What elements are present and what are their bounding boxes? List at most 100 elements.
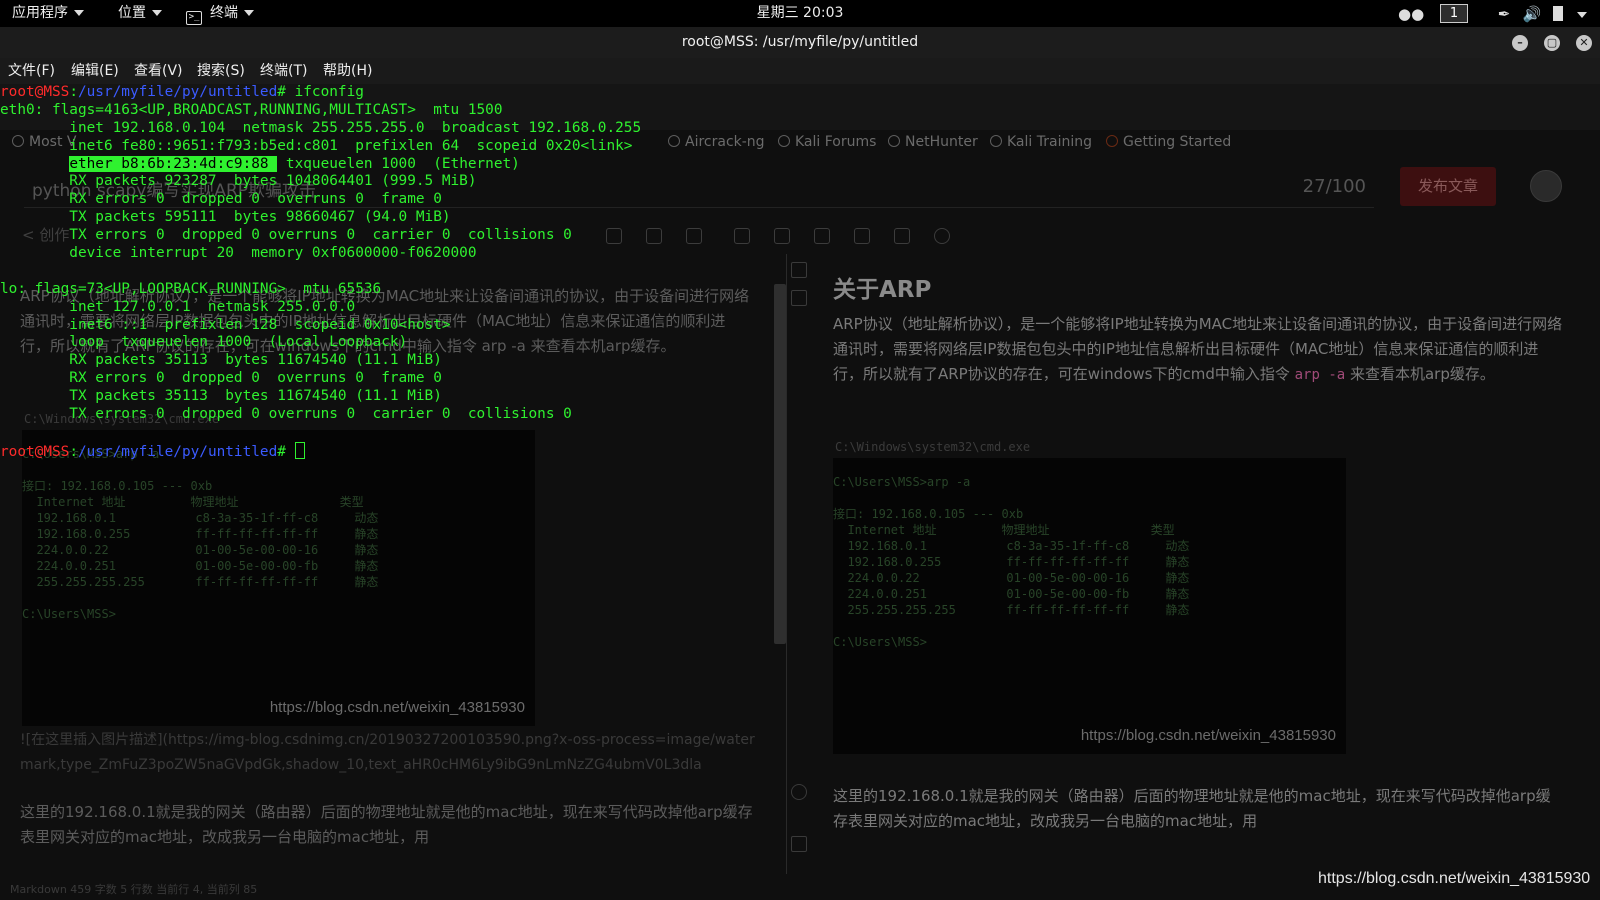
save-icon bbox=[814, 228, 830, 244]
volume-icon[interactable]: 🔊 bbox=[1522, 3, 1542, 25]
cmd-line: 192.168.0.255 ff-ff-ff-ff-ff-ff 静态 bbox=[22, 527, 379, 541]
window-titlebar[interactable]: root@MSS: /usr/myfile/py/untitled – ▢ ✕ bbox=[0, 27, 1600, 58]
history-icon bbox=[894, 228, 910, 244]
cmd-line: C:\Users\MSS> bbox=[833, 635, 927, 649]
output-line: RX packets 35113 bytes 11674540 (11.1 Mi… bbox=[0, 352, 442, 369]
selected-mac-address[interactable]: ether b8:6b:23:4d:c9:88 bbox=[69, 155, 278, 172]
cmd-line: Internet 地址 物理地址 类型 bbox=[22, 495, 364, 509]
inline-code: arp -a bbox=[1294, 367, 1346, 383]
places-menu[interactable]: 位置 bbox=[118, 0, 162, 27]
cmd-screenshot-left: C:\Users\MSS>arp -a 接口: 192.168.0.105 ---… bbox=[22, 430, 535, 726]
image-markdown-link: ![在这里插入图片描述](https://img-blog.csdnimg.cn… bbox=[20, 732, 755, 773]
cmd-screenshot-right: C:\Users\MSS>arp -a 接口: 192.168.0.105 ---… bbox=[833, 458, 1346, 754]
battery-icon[interactable] bbox=[1550, 3, 1566, 25]
output-line: inet6 fe80::9651:f793:b5ed:c801 prefixle… bbox=[0, 137, 633, 154]
output-line: loop txqueuelen 1000 (Local Loopback) bbox=[0, 334, 408, 351]
cmd-line: 192.168.0.1 c8-3a-35-1f-ff-c8 动态 bbox=[22, 511, 379, 525]
cmd-line: 255.255.255.255 ff-ff-ff-ff-ff-ff 静态 bbox=[833, 603, 1190, 617]
sync-scroll-icon bbox=[791, 262, 807, 278]
terminal-app-menu[interactable]: >_ 终端 bbox=[186, 0, 254, 27]
clock[interactable]: 星期三 20:03 bbox=[757, 5, 844, 21]
applications-label: 应用程序 bbox=[12, 5, 68, 21]
terminal-app-label: 终端 bbox=[210, 5, 238, 21]
output-line: TX errors 0 dropped 0 overruns 0 carrier… bbox=[0, 406, 572, 423]
output-line: TX packets 595111 bytes 98660467 (94.0 M… bbox=[0, 209, 451, 226]
cmd-line: 224.0.0.22 01-00-5e-00-00-16 静态 bbox=[833, 571, 1190, 585]
cmd-line: 224.0.0.251 01-00-5e-00-00-fb 静态 bbox=[22, 559, 379, 573]
places-label: 位置 bbox=[118, 5, 146, 21]
minimize-button[interactable]: – bbox=[1512, 35, 1528, 51]
cmd-line: Internet 地址 物理地址 类型 bbox=[833, 523, 1175, 537]
publish-button: 发布文章 bbox=[1400, 167, 1496, 206]
menu-terminal[interactable]: 终端(T) bbox=[260, 58, 307, 84]
output-line: device interrupt 20 memory 0xf0600000-f0… bbox=[0, 245, 494, 262]
top-panel: 应用程序 位置 >_ 终端 星期三 20:03 ●● 1 ✒ 🔊 bbox=[0, 0, 1600, 27]
prompt-path: /usr/myfile/py/untitled bbox=[77, 84, 278, 100]
prompt-line: root@MSS:/usr/myfile/py/untitled# ifconf… bbox=[0, 84, 364, 100]
preview-paragraph-2: 这里的192.168.0.1就是我的网关（路由器）后面的物理地址就是他的mac地… bbox=[833, 787, 1551, 830]
cmd-line: 255.255.255.255 ff-ff-ff-ff-ff-ff 静态 bbox=[22, 575, 379, 589]
menu-file[interactable]: 文件(F) bbox=[8, 58, 55, 84]
output-line: eth0: flags=4163<UP,BROADCAST,RUNNING,MU… bbox=[0, 101, 503, 118]
chevron-down-icon bbox=[244, 10, 254, 16]
applications-menu[interactable]: 应用程序 bbox=[12, 0, 84, 27]
terminal-icon: >_ bbox=[186, 11, 202, 25]
ether-line: ether b8:6b:23:4d:c9:88 txqueuelen 1000 … bbox=[0, 155, 780, 174]
prompt-line: root@MSS:/usr/myfile/py/untitled# bbox=[0, 441, 780, 460]
terminal-output[interactable]: root@MSS:/usr/myfile/py/untitled# ifconf… bbox=[0, 84, 780, 464]
cmd-window-title-right: C:\Windows\system32\cmd.exe bbox=[835, 440, 1031, 454]
preview-heading: 关于ARP bbox=[833, 277, 932, 303]
editor-status-bar: Markdown 459 字数 5 行数 当前行 4, 当前列 85 bbox=[10, 883, 258, 896]
bookmark-kali-training: Kali Training bbox=[990, 134, 1092, 154]
system-menu-chevron-icon[interactable] bbox=[1574, 3, 1590, 25]
title-counter: 27/100 bbox=[1302, 176, 1366, 197]
avatar bbox=[1530, 170, 1562, 202]
globe-icon bbox=[888, 135, 900, 147]
cmd-line: 224.0.0.251 01-00-5e-00-00-fb 静态 bbox=[833, 587, 1190, 601]
bookmark-nethunter: NetHunter bbox=[888, 134, 978, 154]
bookmark-getting-started: Getting Started bbox=[1106, 134, 1231, 154]
cmd-line: 接口: 192.168.0.105 --- 0xb bbox=[833, 507, 1024, 521]
output-line: inet 192.168.0.104 netmask 255.255.255.0… bbox=[0, 119, 642, 136]
preview-paragraph: ARP协议（地址解析协议），是一个能够将IP地址转换为MAC地址来让设备间通讯的… bbox=[833, 315, 1563, 383]
maximize-button[interactable]: ▢ bbox=[1544, 35, 1560, 51]
locate-icon bbox=[791, 784, 807, 800]
output-line: RX packets 923287 bytes 1048064401 (999.… bbox=[0, 173, 477, 190]
terminal-menubar: 文件(F) 编辑(E) 查看(V) 搜索(S) 终端(T) 帮助(H) bbox=[0, 58, 1600, 84]
editor-divider bbox=[786, 254, 787, 874]
image-watermark: https://blog.csdn.net/weixin_43815930 bbox=[269, 699, 525, 716]
pen-icon[interactable]: ✒ bbox=[1494, 3, 1514, 25]
fullscreen-icon bbox=[791, 836, 807, 852]
editor-paragraph-2: 这里的192.168.0.1就是我的网关（路由器）后面的物理地址就是他的mac地… bbox=[20, 803, 753, 846]
prompt-user: root@MSS bbox=[0, 443, 70, 460]
output-line: inet 127.0.0.1 netmask 255.0.0.0 bbox=[0, 298, 356, 315]
output-line: TX packets 35113 bytes 11674540 (11.1 Mi… bbox=[0, 388, 442, 405]
cmd-line: 192.168.0.255 ff-ff-ff-ff-ff-ff 静态 bbox=[833, 555, 1190, 569]
text-cursor bbox=[294, 441, 305, 459]
cmd-line: 224.0.0.22 01-00-5e-00-00-16 静态 bbox=[22, 543, 379, 557]
prompt-user: root@MSS bbox=[0, 84, 70, 100]
output-line: RX errors 0 dropped 0 overruns 0 frame 0 bbox=[0, 370, 442, 387]
menu-search[interactable]: 搜索(S) bbox=[197, 58, 245, 84]
command-text: ifconfig bbox=[285, 84, 364, 100]
menu-help[interactable]: 帮助(H) bbox=[323, 58, 372, 84]
page-watermark: https://blog.csdn.net/weixin_43815930 bbox=[1318, 870, 1591, 887]
menu-view[interactable]: 查看(V) bbox=[134, 58, 183, 84]
globe-icon bbox=[990, 135, 1002, 147]
workspace-indicator[interactable]: 1 bbox=[1440, 4, 1468, 23]
bookmark-kali-forums: Kali Forums bbox=[778, 134, 876, 154]
window-title: root@MSS: /usr/myfile/py/untitled bbox=[681, 34, 919, 50]
chevron-down-icon bbox=[152, 10, 162, 16]
menu-edit[interactable]: 编辑(E) bbox=[71, 58, 119, 84]
prompt-path: /usr/myfile/py/untitled bbox=[77, 443, 278, 460]
users-icon[interactable]: ●● bbox=[1398, 3, 1424, 25]
ether-rest: txqueuelen 1000 (Ethernet) bbox=[277, 155, 520, 172]
close-button[interactable]: ✕ bbox=[1576, 35, 1592, 51]
chevron-down-icon bbox=[74, 10, 84, 16]
cmd-line: C:\Users\MSS>arp -a bbox=[833, 475, 971, 489]
cmd-line: C:\Users\MSS> bbox=[22, 607, 116, 621]
help-icon bbox=[934, 228, 950, 244]
output-line: TX errors 0 dropped 0 overruns 0 carrier… bbox=[0, 227, 572, 244]
